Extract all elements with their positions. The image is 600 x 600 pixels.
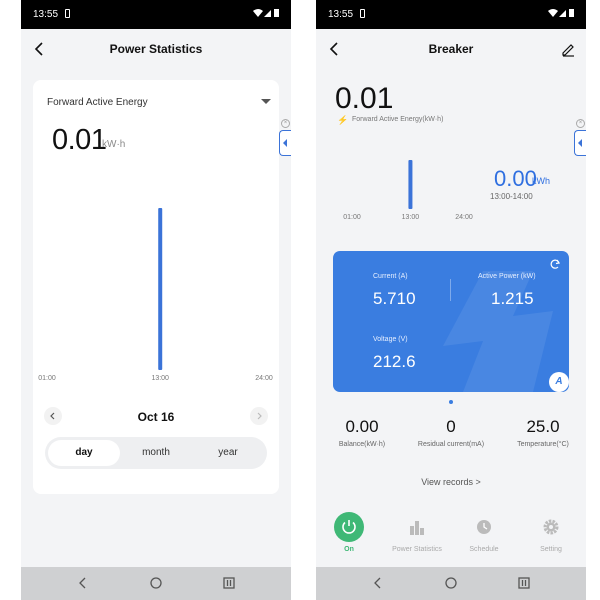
energy-unit: kW·h bbox=[102, 139, 126, 150]
edit-icon[interactable] bbox=[560, 41, 576, 57]
nav-recents-icon[interactable] bbox=[516, 575, 532, 591]
chart-bar[interactable] bbox=[158, 208, 163, 370]
page-title: Power Statistics bbox=[109, 42, 203, 56]
date-next-button[interactable] bbox=[250, 407, 268, 425]
energy-type-selector[interactable]: Forward Active Energy bbox=[47, 97, 148, 108]
side-drawer-tab[interactable] bbox=[279, 130, 291, 156]
stat-label: Temperature(°C) bbox=[517, 441, 569, 448]
stat-temperature: 25.0 Temperature(°C) bbox=[508, 417, 578, 448]
stat-label: Balance(kW·h) bbox=[338, 441, 386, 448]
page-title: Breaker bbox=[428, 42, 474, 56]
stat-value: 25.0 bbox=[526, 417, 560, 436]
lightning-icon: ⚡ bbox=[337, 115, 349, 125]
nav-back-icon[interactable] bbox=[75, 575, 91, 591]
metrics-divider bbox=[450, 279, 451, 301]
stat-value: 0 bbox=[446, 417, 456, 436]
signal-battery-icon bbox=[548, 9, 574, 17]
x-tick-label: 01:00 bbox=[38, 375, 56, 382]
tab-day[interactable]: day bbox=[48, 440, 120, 466]
power-icon bbox=[334, 512, 364, 542]
current-label: Current (A) bbox=[373, 273, 408, 280]
x-tick-label: 13:00 bbox=[151, 375, 169, 382]
energy-value: 0.01 bbox=[335, 82, 394, 115]
stat-value: 0.00 bbox=[345, 417, 379, 436]
tab-label: On bbox=[344, 546, 354, 553]
energy-value: 0.01 bbox=[52, 124, 107, 156]
nav-back-icon[interactable] bbox=[370, 575, 386, 591]
close-icon[interactable]: × bbox=[281, 119, 290, 128]
status-time: 13:55 bbox=[328, 9, 354, 20]
nav-recents-icon[interactable] bbox=[221, 575, 237, 591]
tab-label: Setting bbox=[540, 546, 562, 553]
app-header: Power Statistics bbox=[21, 29, 291, 69]
system-nav-bar bbox=[21, 567, 291, 600]
selected-value: 0.00 bbox=[494, 166, 537, 191]
bar-chart-icon bbox=[410, 521, 424, 535]
tab-setting[interactable]: Setting bbox=[516, 512, 586, 553]
chevron-right-icon bbox=[257, 412, 262, 420]
current-value: 5.710 bbox=[373, 289, 416, 308]
view-records-link[interactable]: View records > bbox=[316, 477, 586, 487]
nav-home-icon[interactable] bbox=[148, 575, 164, 591]
tab-schedule[interactable]: Schedule bbox=[449, 512, 519, 553]
selected-unit: kWh bbox=[532, 176, 550, 186]
energy-caption: Forward Active Energy(kW·h) bbox=[352, 116, 444, 123]
x-tick-label: 24:00 bbox=[455, 214, 473, 221]
stat-residual-current: 0 Residual current(mA) bbox=[411, 417, 491, 448]
tab-year[interactable]: year bbox=[192, 440, 264, 466]
power-statistics-screen: 13:55 Power Statistics × Forward Active … bbox=[21, 0, 291, 600]
stat-balance: 0.00 Balance(kW·h) bbox=[332, 417, 392, 448]
stat-label: Residual current(mA) bbox=[417, 441, 485, 448]
tab-label: Schedule bbox=[469, 546, 499, 553]
app-header: Breaker bbox=[316, 29, 586, 69]
status-time: 13:55 bbox=[33, 9, 59, 20]
chart-bar[interactable] bbox=[408, 160, 413, 209]
energy-chart: 01:00 13:00 24:00 bbox=[38, 208, 273, 382]
tab-month[interactable]: month bbox=[120, 440, 192, 466]
breaker-screen: 13:55 Breaker 0.01 ⚡ Forward Active Ener… bbox=[316, 0, 586, 600]
gear-icon bbox=[543, 519, 559, 535]
active-power-value: 1.215 bbox=[491, 289, 534, 308]
selected-range: 13:00-14:00 bbox=[490, 192, 533, 201]
chevron-down-icon[interactable] bbox=[261, 99, 271, 104]
tab-on[interactable]: On bbox=[316, 512, 384, 553]
status-bar: 13:55 bbox=[21, 0, 291, 29]
status-bar: 13:55 bbox=[316, 0, 586, 29]
active-power-label: Active Power (kW) bbox=[478, 273, 536, 280]
tab-label: Power Statistics bbox=[392, 546, 442, 553]
sim-icon bbox=[360, 9, 365, 18]
nav-home-icon[interactable] bbox=[443, 575, 459, 591]
mini-energy-chart: 01:00 13:00 24:00 bbox=[343, 160, 473, 221]
signal-battery-icon bbox=[253, 9, 279, 17]
metrics-card: Current (A) 5.710 Active Power (kW) 1.21… bbox=[333, 251, 569, 392]
system-nav-bar bbox=[316, 567, 586, 600]
page-indicator bbox=[449, 400, 453, 404]
energy-card: Forward Active Energy 0.01 kW·h 01:00 13:… bbox=[33, 80, 279, 494]
close-icon[interactable]: × bbox=[576, 119, 585, 128]
x-tick-label: 01:00 bbox=[343, 214, 361, 221]
x-tick-label: 13:00 bbox=[402, 214, 420, 221]
sim-icon bbox=[65, 9, 70, 18]
date-label: Oct 16 bbox=[137, 410, 175, 424]
refresh-icon[interactable] bbox=[549, 258, 561, 270]
bottom-tab-bar: On Power Statistics Schedule Setting bbox=[316, 512, 586, 562]
voltage-label: Voltage (V) bbox=[373, 336, 408, 343]
mode-badge[interactable]: A bbox=[549, 372, 569, 392]
x-tick-label: 24:00 bbox=[255, 375, 273, 382]
clock-icon bbox=[477, 520, 491, 534]
tab-power-statistics[interactable]: Power Statistics bbox=[382, 512, 452, 553]
period-segmented-control: day month year bbox=[45, 437, 267, 469]
voltage-value: 212.6 bbox=[373, 352, 416, 371]
